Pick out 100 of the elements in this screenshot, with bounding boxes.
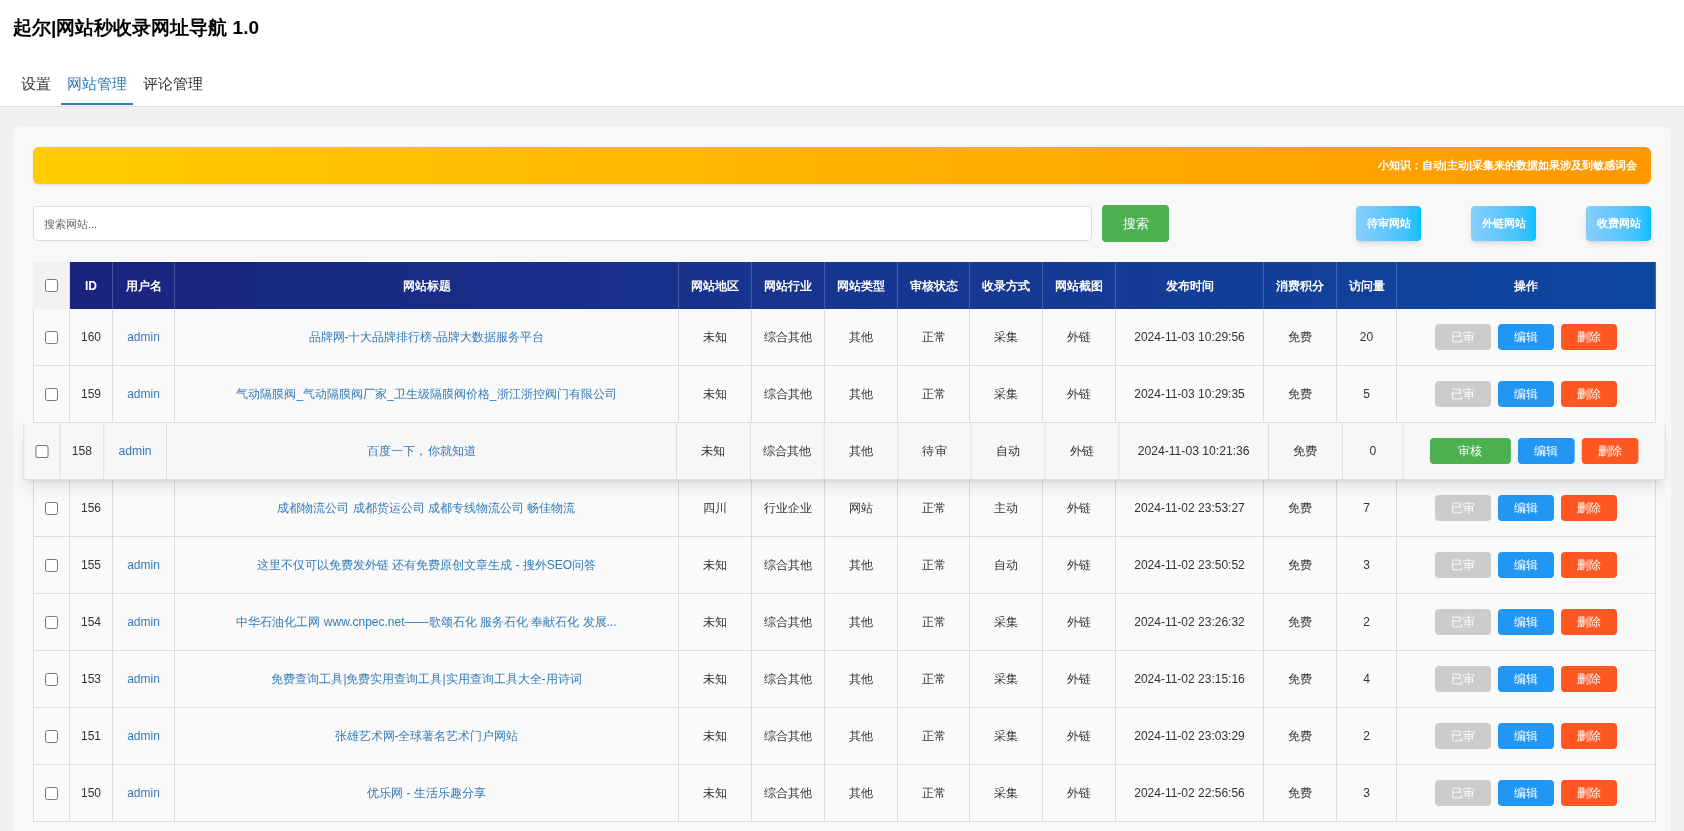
table-cell-text: 外链 (1067, 785, 1091, 802)
row-checkbox[interactable] (45, 330, 58, 344)
edit-button[interactable]: 编辑 (1518, 438, 1575, 464)
delete-button[interactable]: 删除 (1561, 609, 1617, 635)
delete-button[interactable]: 删除 (1561, 495, 1617, 521)
column-header: 操作 (1514, 277, 1538, 295)
approve-button[interactable]: 审核 (1429, 438, 1511, 464)
table-cell-text: 免费 (1288, 500, 1312, 517)
search-field[interactable]: 搜索网站... (33, 206, 1092, 241)
delete-button[interactable]: 删除 (1561, 780, 1617, 806)
delete-button[interactable]: 删除 (1561, 666, 1617, 692)
table-cell-text: 外链 (1067, 671, 1091, 688)
table-cell-text: 免费 (1288, 785, 1312, 802)
site-title-link[interactable]: 优乐网 - 生活乐趣分享 (367, 784, 486, 802)
table-cell-text: 其他 (849, 671, 873, 688)
tab[interactable]: 评论管理 (137, 65, 209, 105)
delete-button[interactable]: 删除 (1561, 324, 1617, 350)
edit-button[interactable]: 编辑 (1498, 780, 1554, 806)
column-header: ID (85, 277, 97, 295)
username-link[interactable]: admin (127, 727, 160, 745)
table-cell-text: 采集 (994, 386, 1018, 403)
row-checkbox[interactable] (45, 558, 58, 572)
table-cell-text: 综合其他 (764, 557, 812, 574)
username-link[interactable]: admin (127, 328, 160, 346)
tab[interactable]: 设置 (15, 65, 57, 105)
table-cell-text: 未知 (703, 329, 727, 346)
site-title-link[interactable]: 百度一下，你就知道 (366, 442, 477, 460)
column-header: 消费积分 (1276, 277, 1324, 295)
table-cell-text: 未知 (701, 443, 726, 460)
table-cell-text: 2024-11-02 23:26:32 (1134, 614, 1245, 631)
table-cell-text: 综合其他 (764, 785, 812, 802)
table-cell-text: 2 (1363, 614, 1370, 631)
tab[interactable]: 网站管理 (61, 65, 133, 105)
row-checkbox[interactable] (45, 729, 58, 743)
table-cell-text: 未知 (703, 557, 727, 574)
username-link[interactable]: admin (118, 442, 152, 460)
row-checkbox[interactable] (45, 786, 58, 800)
edit-button[interactable]: 编辑 (1498, 666, 1554, 692)
delete-button[interactable]: 删除 (1581, 438, 1639, 464)
column-header: 网站地区 (691, 277, 739, 295)
delete-button[interactable]: 删除 (1561, 381, 1617, 407)
column-header: 审核状态 (909, 277, 958, 295)
edit-button[interactable]: 编辑 (1498, 324, 1554, 350)
table-cell-text: 综合其他 (763, 443, 812, 460)
table-cell-text: 2024-11-02 23:03:29 (1134, 728, 1245, 745)
filter-button[interactable]: 待审网站 (1356, 206, 1421, 241)
row-checkbox[interactable] (45, 501, 58, 515)
table-cell-text: 151 (81, 728, 101, 745)
table-cell-text: 自动 (995, 443, 1021, 460)
table-cell-text: 正常 (921, 329, 946, 346)
site-title-link[interactable]: 品牌网-十大品牌排行榜-品牌大数据服务平台 (308, 328, 545, 346)
table-cell-text: 行业企业 (764, 500, 812, 517)
table-cell-text: 综合其他 (764, 386, 812, 403)
table-cell-text: 2024-11-02 23:15:16 (1134, 671, 1245, 688)
edit-button[interactable]: 编辑 (1498, 552, 1554, 578)
row-checkbox[interactable] (45, 672, 58, 686)
edit-button[interactable]: 编辑 (1498, 609, 1554, 635)
delete-button[interactable]: 删除 (1561, 723, 1617, 749)
select-all-checkbox[interactable] (44, 279, 58, 292)
table-cell-text: 155 (81, 557, 101, 574)
table-cell-text: 外链 (1067, 728, 1091, 745)
username-link[interactable]: admin (127, 556, 160, 574)
table-cell-text: 采集 (994, 329, 1018, 346)
username-link[interactable]: admin (127, 613, 160, 631)
table-cell-text: 未知 (703, 728, 727, 745)
table-cell-text: 2024-11-02 22:56:56 (1134, 785, 1245, 802)
search-button[interactable]: 搜索 (1102, 205, 1169, 242)
username-link[interactable]: admin (127, 385, 160, 403)
edit-button[interactable]: 编辑 (1498, 495, 1554, 521)
edit-button[interactable]: 编辑 (1498, 381, 1554, 407)
site-title-link[interactable]: 气动隔膜阀_气动隔膜阀厂家_卫生级隔膜阀价格_浙江浙控阀门有限公司 (236, 385, 617, 403)
table-cell-text: 3 (1363, 785, 1370, 802)
app-title: 起尔|网站秒收录网址导航 1.0 (13, 16, 259, 40)
row-checkbox[interactable] (35, 444, 49, 458)
row-checkbox[interactable] (45, 387, 58, 401)
column-header: 访问量 (1348, 277, 1385, 295)
table-cell-text: 其他 (849, 329, 873, 346)
table-cell-text: 综合其他 (764, 614, 812, 631)
table-cell-text: 免费 (1288, 671, 1312, 688)
table-cell-text: 正常 (921, 785, 946, 802)
column-header: 用户名 (125, 277, 162, 295)
site-title-link[interactable]: 成都物流公司 成都货运公司 成都专线物流公司 畅佳物流 (277, 499, 576, 517)
column-header: 网站截图 (1055, 277, 1103, 295)
table-cell-text: 未知 (703, 785, 727, 802)
site-title-link[interactable]: 张雄艺术网-全球著名艺术门户网站 (334, 727, 519, 745)
edit-button[interactable]: 编辑 (1498, 723, 1554, 749)
site-title-link[interactable]: 这里不仅可以免费发外链 还有免费原创文章生成 - 搜外SEO问答 (256, 556, 597, 574)
filter-button[interactable]: 外链网站 (1471, 206, 1536, 241)
column-header: 网站行业 (764, 277, 812, 295)
table-cell-text: 外链 (1067, 614, 1091, 631)
table-cell-text: 正常 (921, 728, 946, 745)
filter-button[interactable]: 收费网站 (1586, 206, 1651, 241)
table-cell-text: 未知 (703, 386, 727, 403)
delete-button[interactable]: 删除 (1561, 552, 1617, 578)
site-title-link[interactable]: 中华石油化工网 www.cnpec.net——歌颂石化 服务石化 奉献石化 发展... (236, 613, 617, 631)
username-link[interactable]: admin (127, 784, 160, 802)
site-title-link[interactable]: 免费查询工具|免费实用查询工具|实用查询工具大全-用诗词 (271, 670, 582, 688)
username-link[interactable]: admin (127, 670, 160, 688)
row-checkbox[interactable] (45, 615, 58, 629)
table-cell-text: 采集 (994, 785, 1018, 802)
